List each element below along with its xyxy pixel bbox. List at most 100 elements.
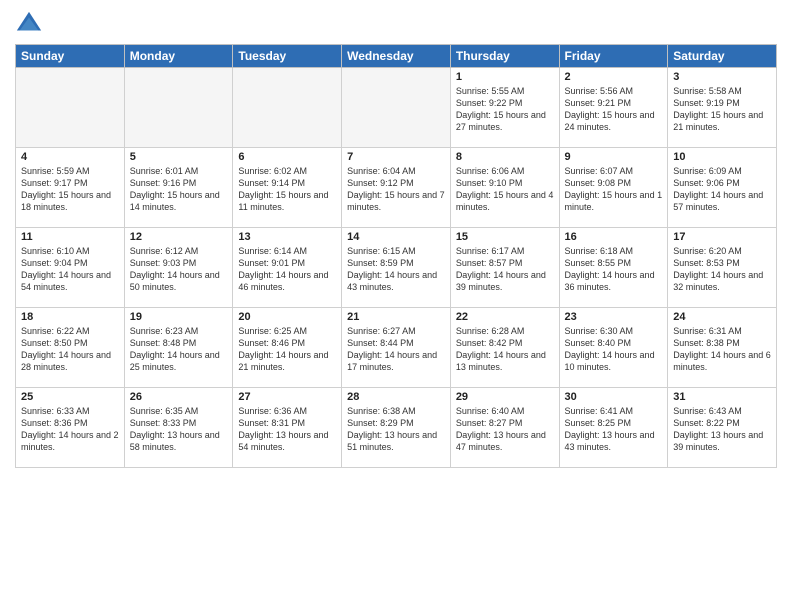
day-number: 13 [238,231,336,243]
calendar-table: SundayMondayTuesdayWednesdayThursdayFrid… [15,44,777,468]
day-number: 10 [673,151,771,163]
calendar-cell-4: 4 Sunrise: 5:59 AMSunset: 9:17 PMDaylight… [16,148,125,228]
calendar-week-4: 25Sunrise: 6:33 AMSunset: 8:36 PMDayligh… [16,388,777,468]
day-number: 15 [456,231,554,243]
day-info: Sunrise: 6:10 AMSunset: 9:04 PMDaylight:… [21,245,119,294]
calendar-week-1: 4 Sunrise: 5:59 AMSunset: 9:17 PMDaylight… [16,148,777,228]
day-header-friday: Friday [559,45,668,68]
day-number: 14 [347,231,445,243]
calendar-cell-8: 8 Sunrise: 6:06 AMSunset: 9:10 PMDaylight… [450,148,559,228]
day-number: 3 [673,71,771,83]
calendar-cell-17: 17 Sunrise: 6:20 AMSunset: 8:53 PMDayligh… [668,228,777,308]
day-info: Sunrise: 6:07 AMSunset: 9:08 PMDaylight:… [565,165,663,214]
day-number: 28 [347,391,445,403]
day-info: Sunrise: 6:43 AMSunset: 8:22 PMDaylight:… [673,405,771,454]
day-info: Sunrise: 6:36 AMSunset: 8:31 PMDaylight:… [238,405,336,454]
calendar-cell-1: 1 Sunrise: 5:55 AMSunset: 9:22 PMDaylight… [450,68,559,148]
day-number: 12 [130,231,228,243]
calendar-cell-20: 20 Sunrise: 6:25 AMSunset: 8:46 PMDayligh… [233,308,342,388]
day-info: Sunrise: 6:14 AMSunset: 9:01 PMDaylight:… [238,245,336,294]
calendar-cell-27: 27 Sunrise: 6:36 AMSunset: 8:31 PMDayligh… [233,388,342,468]
calendar-cell-28: 28 Sunrise: 6:38 AMSunset: 8:29 PMDayligh… [342,388,451,468]
day-number: 1 [456,71,554,83]
day-info: Sunrise: 6:38 AMSunset: 8:29 PMDaylight:… [347,405,445,454]
day-info: Sunrise: 6:04 AMSunset: 9:12 PMDaylight:… [347,165,445,214]
day-header-sunday: Sunday [16,45,125,68]
calendar-cell-25: 25Sunrise: 6:33 AMSunset: 8:36 PMDayligh… [16,388,125,468]
logo [15,10,47,38]
day-info: Sunrise: 5:56 AMSunset: 9:21 PMDaylight:… [565,85,663,134]
day-info: Sunrise: 6:17 AMSunset: 8:57 PMDaylight:… [456,245,554,294]
calendar-cell-7: 7 Sunrise: 6:04 AMSunset: 9:12 PMDaylight… [342,148,451,228]
calendar-cell-26: 26Sunrise: 6:35 AMSunset: 8:33 PMDayligh… [124,388,233,468]
calendar-cell-14: 14 Sunrise: 6:15 AMSunset: 8:59 PMDayligh… [342,228,451,308]
calendar-cell-9: 9 Sunrise: 6:07 AMSunset: 9:08 PMDaylight… [559,148,668,228]
day-number: 31 [673,391,771,403]
day-number: 2 [565,71,663,83]
day-number: 20 [238,311,336,323]
day-number: 17 [673,231,771,243]
calendar-cell-22: 22Sunrise: 6:28 AMSunset: 8:42 PMDayligh… [450,308,559,388]
day-number: 26 [130,391,228,403]
day-number: 19 [130,311,228,323]
calendar-cell-31: 31 Sunrise: 6:43 AMSunset: 8:22 PMDayligh… [668,388,777,468]
day-number: 21 [347,311,445,323]
calendar-cell-empty [16,68,125,148]
day-header-wednesday: Wednesday [342,45,451,68]
day-info: Sunrise: 6:06 AMSunset: 9:10 PMDaylight:… [456,165,554,214]
day-info: Sunrise: 6:02 AMSunset: 9:14 PMDaylight:… [238,165,336,214]
calendar-cell-3: 3 Sunrise: 5:58 AMSunset: 9:19 PMDaylight… [668,68,777,148]
calendar-cell-empty [124,68,233,148]
calendar-cell-5: 5 Sunrise: 6:01 AMSunset: 9:16 PMDaylight… [124,148,233,228]
calendar-cell-30: 30Sunrise: 6:41 AMSunset: 8:25 PMDayligh… [559,388,668,468]
day-info: Sunrise: 6:27 AMSunset: 8:44 PMDaylight:… [347,325,445,374]
day-number: 5 [130,151,228,163]
day-number: 24 [673,311,771,323]
day-number: 7 [347,151,445,163]
day-number: 27 [238,391,336,403]
day-header-thursday: Thursday [450,45,559,68]
calendar-cell-18: 18 Sunrise: 6:22 AMSunset: 8:50 PMDayligh… [16,308,125,388]
day-info: Sunrise: 6:23 AMSunset: 8:48 PMDaylight:… [130,325,228,374]
calendar-week-2: 11 Sunrise: 6:10 AMSunset: 9:04 PMDayligh… [16,228,777,308]
day-info: Sunrise: 6:25 AMSunset: 8:46 PMDaylight:… [238,325,336,374]
calendar-cell-2: 2 Sunrise: 5:56 AMSunset: 9:21 PMDaylight… [559,68,668,148]
day-info: Sunrise: 6:33 AMSunset: 8:36 PMDaylight:… [21,405,119,454]
day-number: 4 [21,151,119,163]
calendar-week-0: 1 Sunrise: 5:55 AMSunset: 9:22 PMDaylight… [16,68,777,148]
day-header-tuesday: Tuesday [233,45,342,68]
day-number: 30 [565,391,663,403]
day-number: 8 [456,151,554,163]
day-info: Sunrise: 6:12 AMSunset: 9:03 PMDaylight:… [130,245,228,294]
calendar-cell-19: 19 Sunrise: 6:23 AMSunset: 8:48 PMDayligh… [124,308,233,388]
logo-icon [15,10,43,38]
calendar-header-row: SundayMondayTuesdayWednesdayThursdayFrid… [16,45,777,68]
calendar-cell-6: 6Sunrise: 6:02 AMSunset: 9:14 PMDaylight… [233,148,342,228]
day-number: 18 [21,311,119,323]
day-info: Sunrise: 6:40 AMSunset: 8:27 PMDaylight:… [456,405,554,454]
day-number: 9 [565,151,663,163]
day-info: Sunrise: 6:09 AMSunset: 9:06 PMDaylight:… [673,165,771,214]
day-header-saturday: Saturday [668,45,777,68]
header [15,10,777,38]
calendar-cell-11: 11 Sunrise: 6:10 AMSunset: 9:04 PMDayligh… [16,228,125,308]
calendar-week-3: 18 Sunrise: 6:22 AMSunset: 8:50 PMDayligh… [16,308,777,388]
day-header-monday: Monday [124,45,233,68]
day-info: Sunrise: 6:15 AMSunset: 8:59 PMDaylight:… [347,245,445,294]
calendar-cell-10: 10 Sunrise: 6:09 AMSunset: 9:06 PMDayligh… [668,148,777,228]
day-info: Sunrise: 6:31 AMSunset: 8:38 PMDaylight:… [673,325,771,374]
page: SundayMondayTuesdayWednesdayThursdayFrid… [0,0,792,612]
day-info: Sunrise: 6:01 AMSunset: 9:16 PMDaylight:… [130,165,228,214]
day-info: Sunrise: 6:20 AMSunset: 8:53 PMDaylight:… [673,245,771,294]
day-info: Sunrise: 5:55 AMSunset: 9:22 PMDaylight:… [456,85,554,134]
calendar-cell-16: 16Sunrise: 6:18 AMSunset: 8:55 PMDayligh… [559,228,668,308]
day-info: Sunrise: 6:22 AMSunset: 8:50 PMDaylight:… [21,325,119,374]
calendar-cell-15: 15 Sunrise: 6:17 AMSunset: 8:57 PMDayligh… [450,228,559,308]
calendar-cell-12: 12 Sunrise: 6:12 AMSunset: 9:03 PMDayligh… [124,228,233,308]
calendar-cell-29: 29Sunrise: 6:40 AMSunset: 8:27 PMDayligh… [450,388,559,468]
calendar-cell-empty [342,68,451,148]
day-number: 11 [21,231,119,243]
day-info: Sunrise: 5:58 AMSunset: 9:19 PMDaylight:… [673,85,771,134]
day-info: Sunrise: 5:59 AMSunset: 9:17 PMDaylight:… [21,165,119,214]
day-info: Sunrise: 6:18 AMSunset: 8:55 PMDaylight:… [565,245,663,294]
